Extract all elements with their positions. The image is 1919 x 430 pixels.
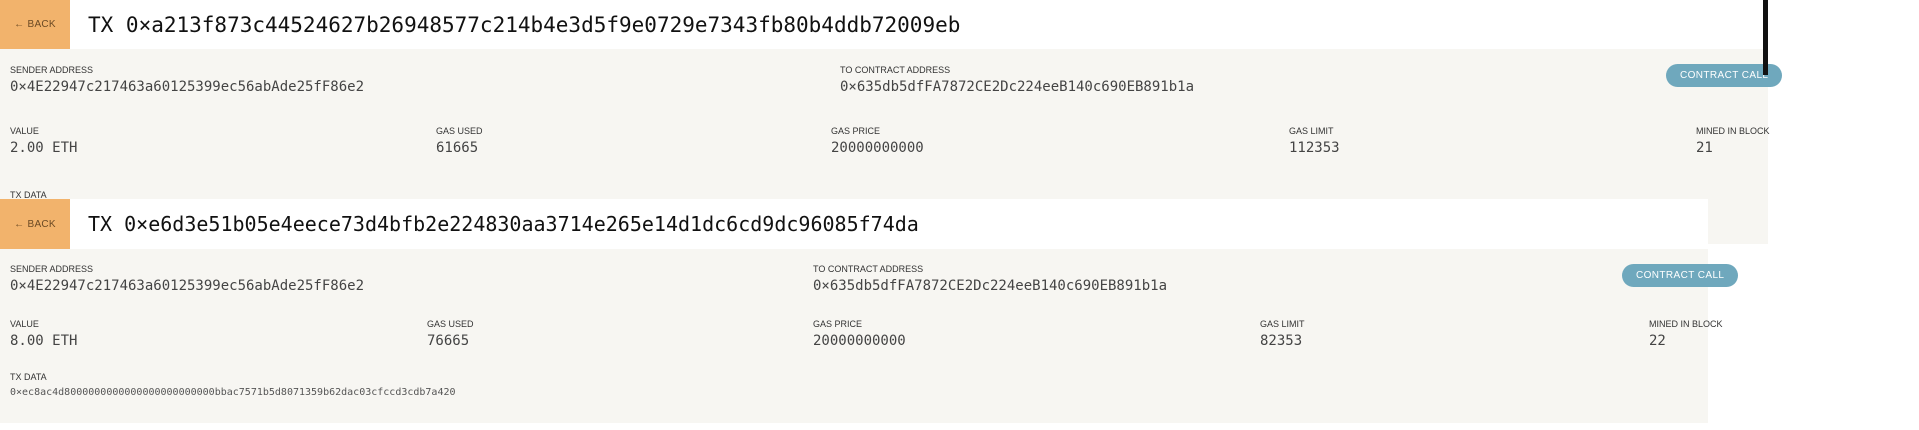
gas-price-label: GAS PRICE [813,319,863,329]
value-label: VALUE [10,319,39,329]
gas-used-value: 76665 [427,333,470,349]
scrollbar-thumb[interactable] [1763,0,1768,75]
tx-detail-canvas: ← BACK TX 0×a213f873c44524627b26948577c2… [0,0,1919,430]
value-label: VALUE [10,126,39,136]
gas-used-label: GAS USED [427,319,474,329]
gas-price-value: 20000000000 [831,140,924,156]
gas-price-label: GAS PRICE [831,126,881,136]
back-button[interactable]: ← BACK [0,0,70,49]
tx-data-label: TX DATA [10,372,47,382]
tx-panel-2: ← BACK TX 0×e6d3e51b05e4eece73d4bfb2e224… [0,199,1739,423]
gas-limit-value: 82353 [1260,333,1303,349]
to-contract-address-label: TO CONTRACT ADDRESS [840,65,951,75]
mined-in-block-label: MINED IN BLOCK [1696,126,1770,136]
tx-title: TX 0×a213f873c44524627b26948577c214b4e3d… [88,12,961,37]
value-amount: 2.00 ETH [10,140,78,156]
mined-in-block-label: MINED IN BLOCK [1649,319,1723,329]
to-contract-address-label: TO CONTRACT ADDRESS [813,264,924,274]
sender-address-value: 0×4E22947c217463a60125399ec56abAde25fF86… [10,278,365,294]
gas-limit-label: GAS LIMIT [1289,126,1334,136]
sender-address-value: 0×4E22947c217463a60125399ec56abAde25fF86… [10,79,365,95]
contract-call-badge: CONTRACT CALL [1622,264,1739,287]
tx-header: ← BACK TX 0×a213f873c44524627b26948577c2… [0,0,1768,49]
gas-used-label: GAS USED [436,126,483,136]
gas-limit-value: 112353 [1289,140,1340,156]
to-contract-address-value: 0×635db5dfFA7872CE2Dc224eeB140c690EB891b… [813,278,1168,294]
tx-data-value: 0×ec8ac4d8000000000000000000000000bbac75… [10,387,456,398]
gas-limit-label: GAS LIMIT [1260,319,1305,329]
tx-title: TX 0×e6d3e51b05e4eece73d4bfb2e224830aa37… [88,212,919,236]
mined-in-block-value: 22 [1649,333,1666,349]
sender-address-label: SENDER ADDRESS [10,264,94,274]
sender-address-label: SENDER ADDRESS [10,65,94,75]
mined-in-block-value: 21 [1696,140,1713,156]
back-button[interactable]: ← BACK [0,199,70,249]
gas-used-value: 61665 [436,140,479,156]
to-contract-address-value: 0×635db5dfFA7872CE2Dc224eeB140c690EB891b… [840,79,1195,95]
value-amount: 8.00 ETH [10,333,78,349]
tx-header: ← BACK TX 0×e6d3e51b05e4eece73d4bfb2e224… [0,199,1708,249]
gas-price-value: 20000000000 [813,333,906,349]
